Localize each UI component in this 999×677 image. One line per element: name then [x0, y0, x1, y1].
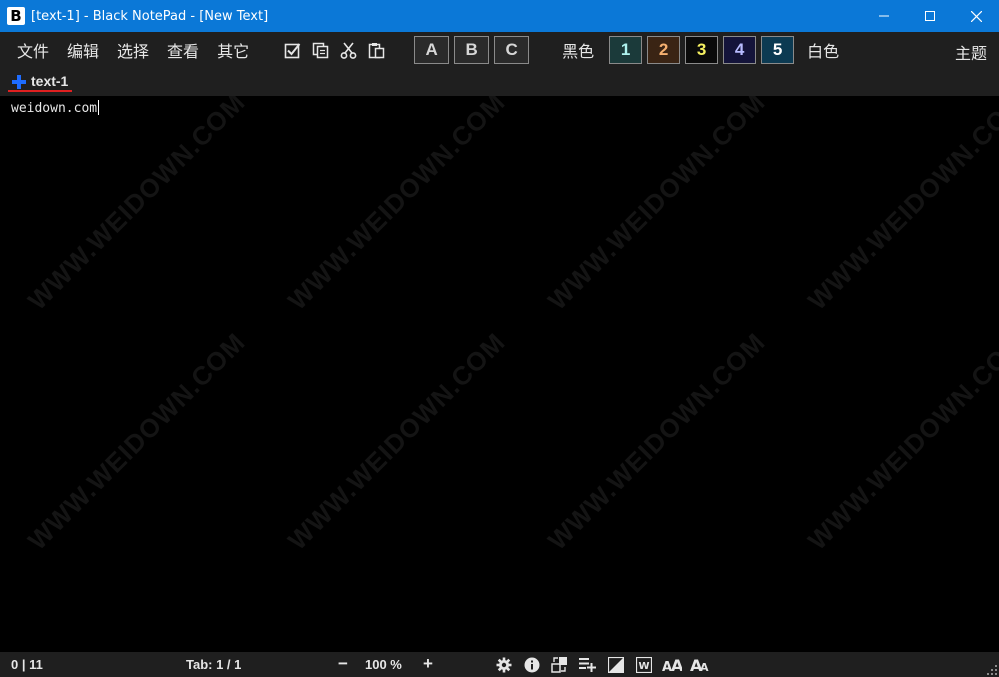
font-b-button[interactable]: B [454, 36, 490, 64]
zoom-level: 100 % [365, 657, 402, 672]
watermark: WWW.WEIDOWN.COM [802, 96, 999, 316]
menu-toolbar: 文件 编辑 选择 查看 其它 A B C 黑色 1 2 3 4 5 白色 主题 [0, 32, 999, 68]
watermark: WWW.WEIDOWN.COM [542, 326, 771, 556]
watermark: WWW.WEIDOWN.COM [22, 326, 251, 556]
app-icon: B [7, 7, 25, 25]
contrast-button[interactable] [607, 656, 624, 673]
checkbox-icon [284, 42, 300, 58]
light-theme-button[interactable]: 白色 [807, 38, 839, 62]
window-title: [text-1] - Black NotePad - [New Text] [31, 8, 269, 24]
dark-theme-button[interactable]: 黑色 [562, 38, 594, 62]
info-button[interactable] [523, 656, 540, 673]
font-decrease-button[interactable]: AA [690, 656, 710, 673]
svg-text:A: A [671, 656, 682, 673]
menu-other[interactable]: 其它 [217, 38, 249, 62]
menu-file[interactable]: 文件 [17, 38, 49, 62]
cut-button[interactable] [339, 41, 357, 59]
zoom-in-button[interactable]: + [423, 654, 433, 674]
color-swatch-1[interactable]: 1 [609, 36, 643, 64]
select-all-button[interactable] [283, 41, 301, 59]
menu-view[interactable]: 查看 [167, 38, 199, 62]
paste-icon [368, 42, 384, 58]
svg-text:W: W [638, 661, 649, 672]
convert-button[interactable] [551, 656, 568, 673]
maximize-icon [925, 11, 935, 21]
minimize-button[interactable] [861, 0, 907, 32]
editor-content: weidown.com [11, 101, 98, 116]
tab-bar: text-1 [0, 68, 999, 96]
list-add-icon [579, 658, 596, 672]
status-bar: 0 | 11 Tab: 1 / 1 − 100 % + W AA AA [0, 652, 999, 677]
font-size-increase-icon: AA [662, 656, 682, 673]
font-increase-button[interactable]: AA [662, 656, 682, 673]
color-swatch-5[interactable]: 5 [761, 36, 795, 64]
svg-text:A: A [700, 661, 709, 673]
tab-count: Tab: 1 / 1 [186, 657, 242, 672]
tab-text-1[interactable]: text-1 [31, 73, 68, 89]
text-caret [98, 100, 100, 115]
close-icon [970, 10, 982, 22]
close-button[interactable] [953, 0, 999, 32]
font-size-decrease-icon: AA [690, 656, 709, 673]
zoom-out-button[interactable]: − [338, 654, 348, 674]
info-icon [524, 657, 539, 672]
copy-icon [312, 42, 328, 58]
font-a-button[interactable]: A [414, 36, 450, 64]
swap-icon [551, 657, 567, 673]
color-swatch-3[interactable]: 3 [685, 36, 719, 64]
text-editor[interactable]: WWW.WEIDOWN.COM WWW.WEIDOWN.COM WWW.WEID… [0, 96, 999, 652]
watermark: WWW.WEIDOWN.COM [282, 326, 511, 556]
word-wrap-icon: W [635, 656, 652, 673]
watermark: WWW.WEIDOWN.COM [22, 96, 251, 316]
editor-content-line: weidown.com [11, 100, 100, 116]
font-c-button[interactable]: C [494, 36, 530, 64]
color-swatch-4[interactable]: 4 [723, 36, 757, 64]
watermark: WWW.WEIDOWN.COM [802, 326, 999, 556]
gear-icon [496, 657, 511, 672]
minimize-icon [879, 15, 889, 17]
title-bar: B [text-1] - Black NotePad - [New Text] [0, 0, 999, 32]
word-wrap-button[interactable]: W [635, 656, 652, 673]
scissors-icon [340, 42, 356, 59]
resize-grip-icon[interactable] [987, 665, 997, 675]
add-lines-button[interactable] [579, 656, 596, 673]
paste-button[interactable] [367, 41, 385, 59]
new-tab-plus-icon[interactable] [11, 74, 27, 90]
menu-edit[interactable]: 编辑 [67, 38, 99, 62]
cursor-position: 0 | 11 [11, 657, 43, 672]
theme-button[interactable]: 主题 [955, 40, 987, 64]
copy-button[interactable] [311, 41, 329, 59]
contrast-icon [607, 656, 624, 673]
settings-button[interactable] [495, 656, 512, 673]
color-swatch-2[interactable]: 2 [647, 36, 681, 64]
maximize-button[interactable] [907, 0, 953, 32]
active-tab-indicator [8, 90, 72, 92]
watermark: WWW.WEIDOWN.COM [542, 96, 771, 316]
watermark: WWW.WEIDOWN.COM [282, 96, 511, 316]
menu-select[interactable]: 选择 [117, 38, 149, 62]
